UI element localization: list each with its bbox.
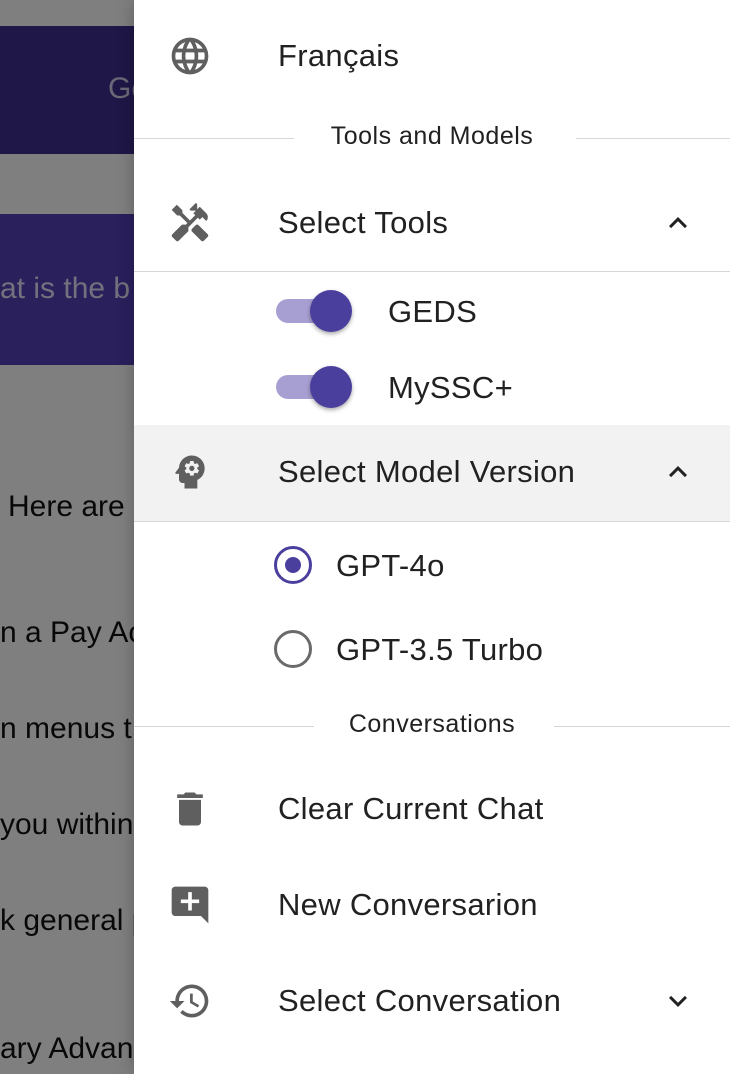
tool-toggle-item: GEDS — [134, 272, 730, 348]
geds-tool-label: GEDS — [388, 294, 478, 329]
new-conversation-label: New Conversarion — [278, 887, 538, 922]
language-label: Français — [278, 38, 400, 73]
clear-chat-item[interactable]: Clear Current Chat — [134, 762, 730, 856]
trash-icon — [168, 787, 212, 831]
psychology-icon — [168, 450, 212, 494]
tools-models-divider: Tools and Models — [134, 118, 730, 158]
select-tools-label: Select Tools — [278, 205, 449, 240]
conversations-title: Conversations — [348, 710, 516, 738]
toggle-knob — [310, 366, 352, 408]
tools-models-title: Tools and Models — [330, 122, 534, 150]
model-option-item[interactable]: GPT-4o — [134, 524, 730, 608]
globe-icon — [168, 34, 212, 78]
conversations-divider: Conversations — [134, 706, 730, 746]
navigation-drawer: Français Tools and Models Select Tools G… — [134, 0, 730, 1074]
tool-toggle-item: MySSC+ — [134, 348, 730, 424]
geds-toggle-switch[interactable] — [276, 290, 352, 332]
chevron-down-icon — [660, 983, 696, 1019]
select-conversation-header[interactable]: Select Conversation — [134, 954, 730, 1048]
gpt4o-label: GPT-4o — [336, 548, 445, 583]
divider-line — [554, 726, 730, 727]
select-model-label: Select Model Version — [278, 454, 576, 489]
gpt35-label: GPT-3.5 Turbo — [336, 632, 544, 667]
add-comment-icon — [168, 883, 212, 927]
clear-chat-label: Clear Current Chat — [278, 791, 544, 826]
toggle-knob — [310, 290, 352, 332]
divider-line — [576, 138, 730, 139]
model-header-divider — [134, 521, 730, 522]
gpt4o-radio[interactable] — [274, 546, 312, 584]
myssc-toggle-switch[interactable] — [276, 366, 352, 408]
select-tools-header[interactable]: Select Tools — [134, 176, 730, 270]
chevron-up-icon — [660, 454, 696, 490]
history-icon — [168, 979, 212, 1023]
myssc-tool-label: MySSC+ — [388, 370, 513, 405]
model-option-item[interactable]: GPT-3.5 Turbo — [134, 608, 730, 692]
new-conversation-item[interactable]: New Conversarion — [134, 858, 730, 952]
language-toggle-item[interactable]: Français — [134, 18, 730, 94]
tools-icon — [168, 201, 212, 245]
chevron-up-icon — [660, 205, 696, 241]
select-conversation-label: Select Conversation — [278, 983, 562, 1018]
select-model-header[interactable]: Select Model Version — [134, 425, 730, 521]
gpt35-radio[interactable] — [274, 630, 312, 668]
